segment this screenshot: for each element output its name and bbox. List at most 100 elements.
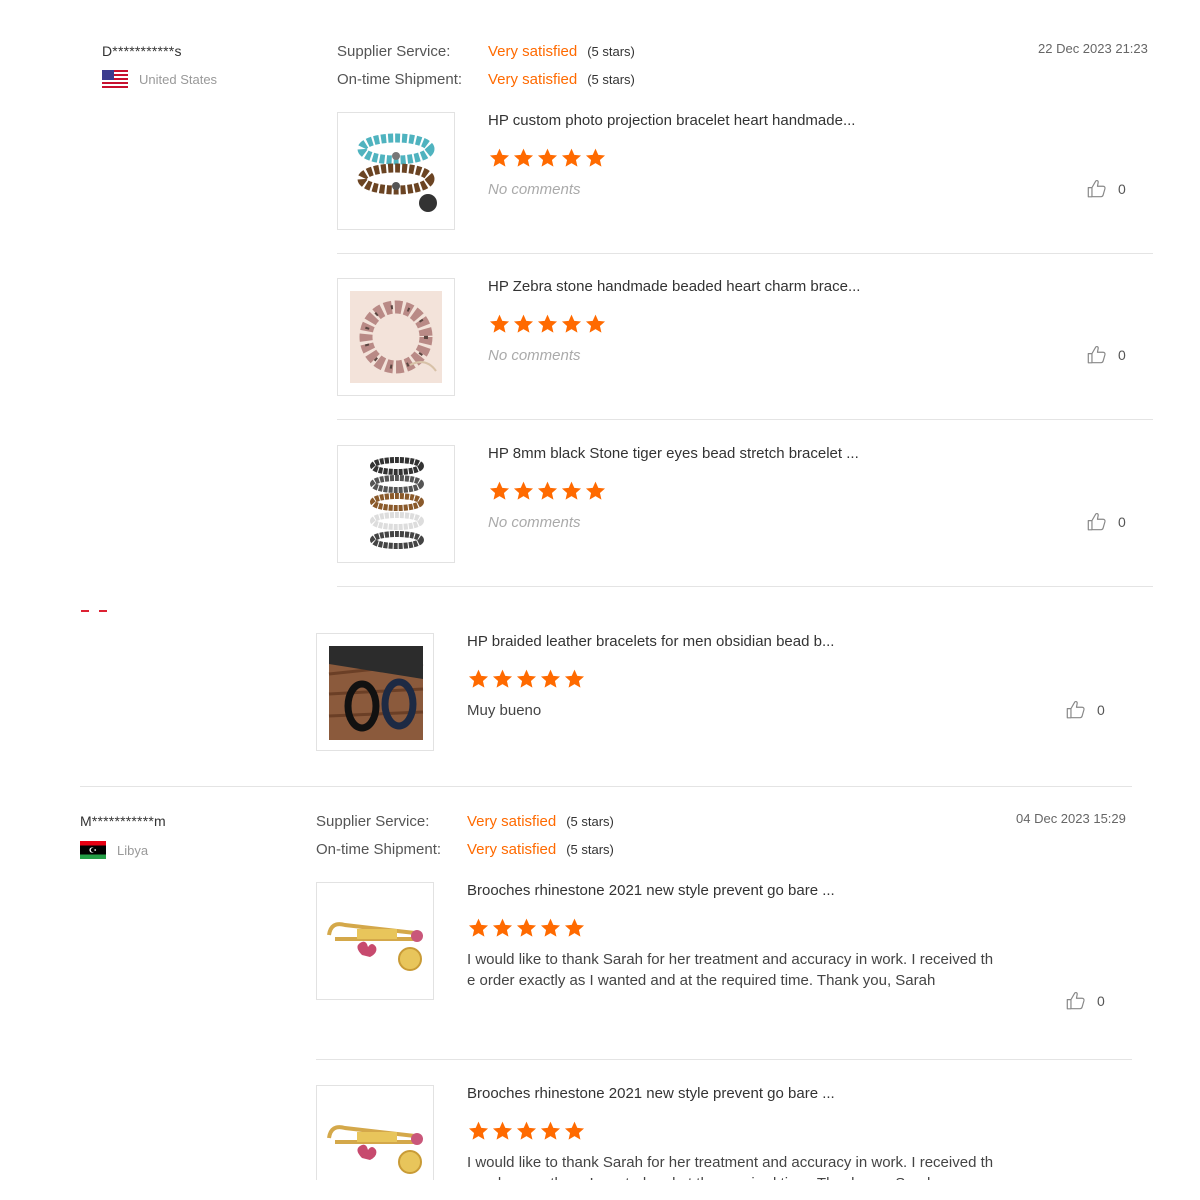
product-thumbnail[interactable] [337, 112, 455, 230]
country-label: Libya [117, 842, 149, 858]
star-icon [584, 147, 607, 169]
shipment-row: On-time Shipment: Very satisfied (5 star… [316, 835, 614, 863]
star-icon [512, 480, 535, 502]
shipment-value: Very satisfied [488, 70, 578, 88]
product-title[interactable]: HP 8mm black Stone tiger eyes bead stret… [488, 445, 859, 462]
product-rating [488, 147, 607, 169]
star-icon [584, 313, 607, 335]
product-rating [488, 480, 607, 502]
star-icon [491, 1120, 514, 1142]
star-icon [467, 668, 490, 690]
libya-flag-icon [80, 841, 106, 859]
star-icon [536, 313, 559, 335]
divider [337, 253, 1153, 254]
bracelet-image-icon [370, 457, 424, 549]
star-icon [560, 313, 583, 335]
helpful-button[interactable]: 0 [1086, 178, 1126, 200]
shipment-row: On-time Shipment: Very satisfied (5 star… [337, 65, 635, 93]
supplier-service-value: Very satisfied [467, 812, 557, 830]
divider [337, 419, 1153, 420]
product-thumbnail[interactable] [316, 1085, 434, 1180]
review-comment: I would like to thank Sarah for her trea… [467, 951, 994, 989]
bracelet-image-icon [328, 646, 424, 740]
country-label: United States [139, 71, 218, 87]
reviewer-name: M***********m [80, 813, 166, 829]
review-date: 04 Dec 2023 15:29 [1016, 811, 1126, 826]
star-icon [467, 1120, 490, 1142]
review-comment: I would like to thank Sarah for her trea… [467, 1154, 994, 1180]
shipment-label: On-time Shipment: [316, 840, 442, 858]
thumbs-up-icon [1065, 699, 1087, 721]
star-icon [467, 917, 490, 939]
star-icon [488, 313, 511, 335]
star-icon [539, 917, 562, 939]
product-title[interactable]: HP custom photo projection bracelet hear… [488, 112, 855, 129]
star-icon [491, 917, 514, 939]
review-comment: Muy bueno [467, 702, 542, 719]
star-icon [563, 917, 586, 939]
review-divider [80, 786, 1132, 787]
star-icon [515, 1120, 538, 1142]
product-title[interactable]: HP braided leather bracelets for men obs… [467, 633, 834, 650]
helpful-count: 0 [1097, 993, 1105, 1009]
star-icon [560, 480, 583, 502]
star-icon [515, 668, 538, 690]
product-title[interactable]: HP Zebra stone handmade beaded heart cha… [488, 278, 860, 295]
product-rating [467, 668, 586, 690]
supplier-service-row: Supplier Service: Very satisfied (5 star… [316, 807, 614, 835]
star-icon [512, 147, 535, 169]
thumbs-up-icon [1086, 344, 1108, 366]
star-icon [563, 1120, 586, 1142]
review-comment: No comments [488, 347, 581, 364]
supplier-service-label: Supplier Service: [337, 42, 451, 60]
masked-name-mark [81, 610, 89, 612]
divider [337, 586, 1153, 587]
star-icon [512, 313, 535, 335]
product-title[interactable]: Brooches rhinestone 2021 new style preve… [467, 882, 835, 899]
helpful-button[interactable]: 0 [1065, 990, 1105, 1012]
seller-ratings: Supplier Service: Very satisfied (5 star… [316, 807, 614, 863]
product-thumbnail[interactable] [316, 633, 434, 751]
product-thumbnail[interactable] [337, 445, 455, 563]
supplier-service-label: Supplier Service: [316, 812, 430, 830]
helpful-count: 0 [1097, 702, 1105, 718]
product-thumbnail[interactable] [316, 882, 434, 1000]
supplier-service-stars: (5 stars) [587, 43, 635, 59]
helpful-count: 0 [1118, 514, 1126, 530]
star-icon [488, 147, 511, 169]
star-icon [539, 668, 562, 690]
product-thumbnail[interactable] [337, 278, 455, 396]
thumbs-up-icon [1086, 511, 1108, 533]
star-icon [563, 668, 586, 690]
star-icon [488, 480, 511, 502]
shipment-stars: (5 stars) [587, 71, 635, 87]
product-rating [467, 1120, 586, 1142]
seller-ratings: Supplier Service: Very satisfied (5 star… [337, 37, 635, 93]
product-rating [488, 313, 607, 335]
product-title[interactable]: Brooches rhinestone 2021 new style preve… [467, 1085, 835, 1102]
reviewer-name: D***********s [102, 43, 182, 59]
supplier-service-value: Very satisfied [488, 42, 578, 60]
us-flag-icon [102, 70, 128, 88]
brooch-image-icon [327, 1125, 423, 1174]
star-icon [560, 147, 583, 169]
star-icon [539, 1120, 562, 1142]
supplier-service-row: Supplier Service: Very satisfied (5 star… [337, 37, 635, 65]
product-rating [467, 917, 586, 939]
helpful-button[interactable]: 0 [1086, 344, 1126, 366]
reviewer-country: United States [102, 70, 217, 88]
helpful-button[interactable]: 0 [1065, 699, 1105, 721]
review-date: 22 Dec 2023 21:23 [1038, 41, 1148, 56]
star-icon [491, 668, 514, 690]
shipment-label: On-time Shipment: [337, 70, 463, 88]
bracelet-image-icon [357, 133, 437, 212]
thumbs-up-icon [1065, 990, 1087, 1012]
helpful-count: 0 [1118, 347, 1126, 363]
shipment-value: Very satisfied [467, 840, 557, 858]
helpful-button[interactable]: 0 [1086, 511, 1126, 533]
masked-name-mark [99, 610, 107, 612]
star-icon [536, 147, 559, 169]
review-comment: No comments [488, 514, 581, 531]
star-icon [515, 917, 538, 939]
star-icon [584, 480, 607, 502]
